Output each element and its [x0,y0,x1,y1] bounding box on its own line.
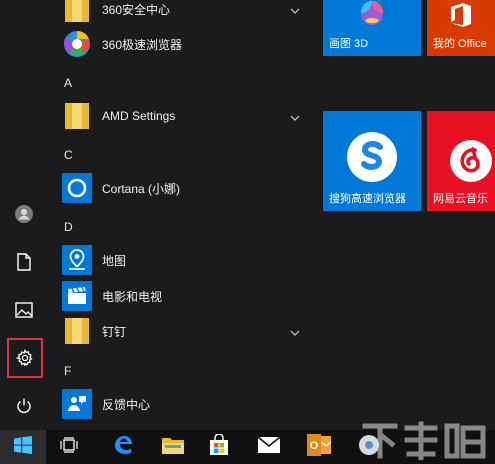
netease-music-icon [449,139,493,188]
360-browser-icon [62,29,92,59]
app-label: 反馈中心 [102,397,151,412]
tile-label: 搜狗高速浏览器 [329,193,406,205]
image-icon [15,302,33,318]
app-item-dingtalk-folder[interactable]: 钉钉 [62,314,310,348]
outlook-button[interactable]: O [296,430,342,464]
chevron-down-icon[interactable] [290,1,300,19]
group-letter-d[interactable]: D [64,220,73,234]
mail-icon [257,435,281,459]
documents-button[interactable] [4,242,44,282]
app-list: 360安全中心 360极速浏览器 A AMD Settings C Cortan… [48,0,310,430]
group-letter-f[interactable]: F [64,364,71,378]
start-menu: 360安全中心 360极速浏览器 A AMD Settings C Cortan… [0,0,495,430]
power-icon [15,397,33,415]
pictures-button[interactable] [4,290,44,330]
start-rail [0,0,48,430]
mail-button[interactable] [246,430,292,464]
app-item-360-security-folder[interactable]: 360安全中心 [62,0,310,26]
app-label: 360极速浏览器 [102,37,183,52]
edge-button[interactable] [100,430,146,464]
app-label: 电影和电视 [102,289,163,304]
maps-icon [62,245,92,275]
start-button[interactable] [0,430,46,464]
settings-button[interactable] [7,338,43,378]
paint3d-icon [359,0,385,32]
movies-icon [62,281,92,311]
outlook-icon: O [306,433,332,462]
tile-label: 我的 Office [433,38,487,50]
watermark-logo [359,420,489,461]
office-icon [447,1,475,34]
app-label: 钉钉 [102,324,127,339]
group-letter-a[interactable]: A [64,76,72,90]
app-label: 360安全中心 [102,2,171,17]
tile-netease-music[interactable]: 网易云音乐 [427,111,495,211]
app-item-feedback-hub[interactable]: 反馈中心 [62,387,310,421]
chevron-down-icon[interactable] [290,323,300,341]
group-letter-c[interactable]: C [64,148,73,162]
edge-icon [112,434,134,461]
app-label: AMD Settings [102,109,176,123]
document-icon [16,253,32,271]
folder-icon [161,435,185,460]
gear-icon [16,349,34,367]
tile-my-office[interactable]: 我的 Office [427,0,495,56]
person-icon [14,204,34,224]
app-label: Cortana (小娜) [102,181,181,196]
tile-label: 画图 3D [329,38,369,50]
power-button[interactable] [4,386,44,426]
folder-icon [62,101,92,131]
folder-icon [62,0,92,24]
feedback-icon [62,389,92,419]
app-item-maps[interactable]: 地图 [62,243,310,277]
task-view-icon [59,436,79,458]
task-view-button[interactable] [46,430,92,464]
cortana-icon [62,173,92,203]
tile-sogou-browser[interactable]: 搜狗高速浏览器 [323,111,421,211]
chevron-down-icon[interactable] [290,108,300,126]
app-item-movies-tv[interactable]: 电影和电视 [62,279,310,313]
sogou-icon [346,131,398,188]
file-explorer-button[interactable] [150,430,196,464]
windows-logo-icon [14,435,32,459]
folder-icon [62,316,92,346]
tile-paint-3d[interactable]: 画图 3D [323,0,421,56]
store-button[interactable] [196,430,242,464]
user-account-button[interactable] [4,194,44,234]
svg-text:O: O [310,440,319,452]
tile-label: 网易云音乐 [433,193,488,205]
app-item-amd-settings-folder[interactable]: AMD Settings [62,99,310,133]
app-label: 地图 [102,253,127,268]
app-item-cortana[interactable]: Cortana (小娜) [62,171,310,205]
app-item-360-browser[interactable]: 360极速浏览器 [62,27,310,61]
store-icon [208,432,230,461]
